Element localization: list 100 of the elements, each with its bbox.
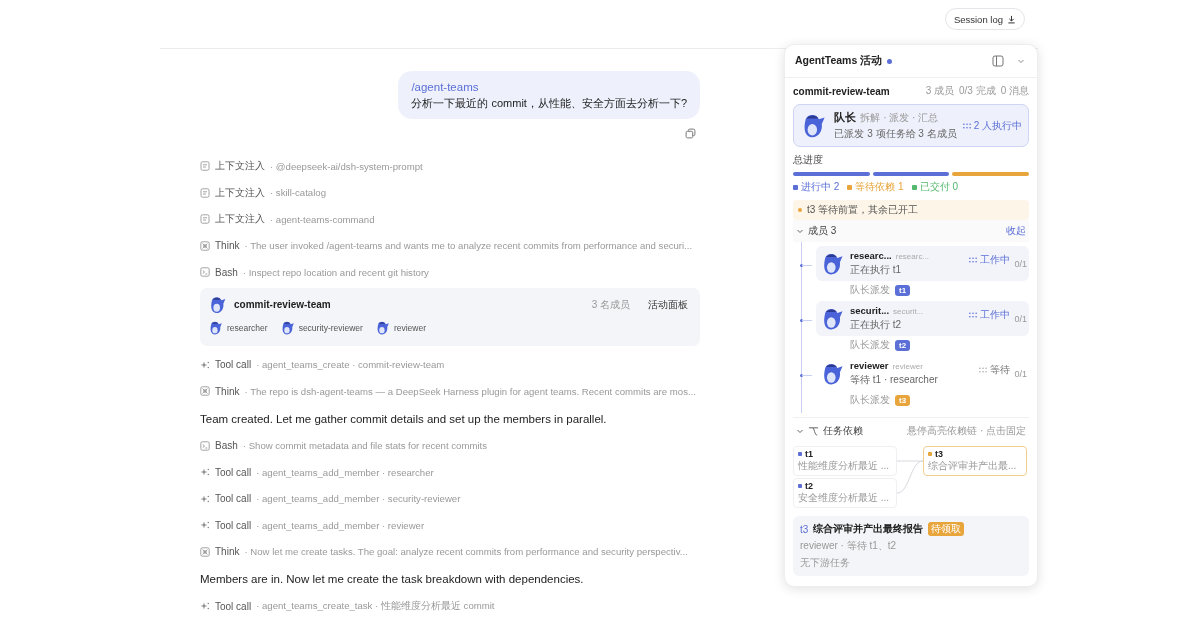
task-progress: 0/1 bbox=[1014, 258, 1027, 269]
member-name: securit... bbox=[850, 305, 890, 316]
step-label[interactable]: Bash bbox=[215, 440, 238, 452]
brain-icon bbox=[200, 546, 210, 557]
step-label[interactable]: 上下文注入 bbox=[215, 185, 265, 200]
member-card[interactable]: researc... researc... 正在执行 t1 工作中 0/1 bbox=[816, 246, 1029, 281]
step-detail: · Show commit metadata and file stats for recent commits bbox=[242, 440, 487, 452]
terminal-icon bbox=[200, 267, 210, 278]
task-badge[interactable]: t1 bbox=[895, 284, 911, 296]
mascot-icon bbox=[208, 294, 228, 315]
task-node[interactable]: t3 综合评审并产出最... bbox=[923, 446, 1027, 476]
legend-label: 已交付 0 bbox=[919, 180, 959, 194]
team-stat: 0/3 完成 bbox=[958, 84, 996, 98]
task-progress: 0/1 bbox=[1014, 313, 1027, 324]
assistant-message: Members are in. Now let me create the task breakdown with dependencies. bbox=[200, 572, 585, 587]
sparkle-icon bbox=[200, 467, 210, 478]
step-detail: · agent_teams_add_member · reviewer bbox=[256, 519, 425, 531]
task-progress: 0/1 bbox=[1014, 368, 1027, 379]
member-name: reviewer bbox=[393, 322, 426, 333]
assigned-by: 队长派发 bbox=[850, 283, 890, 297]
step-label[interactable]: Think bbox=[215, 240, 240, 252]
member-count: 3 名成员 bbox=[591, 297, 630, 312]
member-name: researc... bbox=[850, 250, 892, 261]
step-label[interactable]: Think bbox=[215, 546, 240, 558]
member-task: 正在执行 t2 bbox=[850, 318, 903, 332]
activity-panel-link[interactable]: 活动面板 bbox=[648, 297, 688, 312]
leader-roles: 拆解 · 派发 · 汇总 bbox=[860, 111, 939, 125]
team-stat: 0 消息 bbox=[1000, 84, 1029, 98]
step-detail: · Inspect repo location and recent git history bbox=[242, 266, 429, 278]
notice-text: t3 等待前置，其余已开工 bbox=[807, 203, 919, 217]
step-label[interactable]: 上下文注入 bbox=[215, 159, 265, 174]
document-icon bbox=[200, 214, 210, 225]
team-card[interactable]: commit-review-team 3 名成员 活动面板 researcher security-reviewer reviewer bbox=[200, 287, 700, 346]
step-detail: · The repo is dsh-agent-teams — a DeepSeek Harness plugin for agent teams. Recent commits are mos... bbox=[244, 385, 696, 397]
step-label[interactable]: Think bbox=[215, 385, 240, 397]
team-name: commit-review-team bbox=[793, 85, 890, 97]
step-label[interactable]: Bash bbox=[215, 266, 238, 278]
member-card[interactable]: reviewer reviewer 等待 t1 · researcher 等待 0/1 bbox=[816, 356, 1029, 391]
task-node[interactable]: t2 安全维度分析最近 ... bbox=[793, 478, 897, 508]
sparkle-icon bbox=[200, 520, 210, 531]
activity-icon bbox=[962, 122, 971, 129]
member-name: security-reviewer bbox=[298, 322, 363, 333]
step-detail: · agent_teams_add_member · researcher bbox=[256, 466, 434, 478]
downstream-text: 无下游任务 bbox=[800, 556, 851, 570]
step-detail: · agent_teams_add_member · security-reviewer bbox=[256, 493, 461, 505]
step-detail: · agent-teams-command bbox=[270, 213, 375, 225]
task-title: 综合评审并产出最终报告 bbox=[813, 522, 924, 536]
mascot-icon bbox=[208, 319, 224, 336]
activity-icon bbox=[979, 367, 988, 373]
member-role: researc... bbox=[895, 252, 930, 261]
member-status: 等待 bbox=[990, 363, 1011, 377]
sidebar-icon[interactable] bbox=[992, 55, 1004, 67]
leader-status: 2 人执行中 bbox=[973, 118, 1022, 133]
member-role: reviewer bbox=[892, 362, 923, 371]
status-badge: 待领取 bbox=[928, 522, 965, 536]
panel-title: AgentTeams 活动 bbox=[795, 54, 883, 68]
task-description: 性能维度分析最近 ... bbox=[798, 459, 891, 473]
branch-icon bbox=[808, 425, 819, 437]
session-log-button[interactable]: Session log bbox=[944, 8, 1025, 30]
member-status: 工作中 bbox=[980, 308, 1011, 322]
assigned-by: 队长派发 bbox=[850, 393, 890, 407]
step-detail: · Now let me create tasks. The goal: analyze recent commits from performance and security perspectiv... bbox=[244, 546, 688, 558]
member-status: 工作中 bbox=[980, 253, 1011, 267]
assistant-message: Team created. Let me gather commit details and set up the members in parallel. bbox=[200, 411, 608, 427]
download-icon bbox=[1007, 14, 1016, 24]
brain-icon bbox=[200, 386, 210, 397]
task-node[interactable]: t1 性能维度分析最近 ... bbox=[793, 446, 897, 476]
step-label[interactable]: Tool call bbox=[215, 359, 252, 371]
task-description: 安全维度分析最近 ... bbox=[798, 491, 891, 505]
chevron-icon[interactable] bbox=[796, 427, 804, 435]
task-meta: reviewer · 等待 t1、t2 bbox=[800, 539, 898, 553]
step-label[interactable]: Tool call bbox=[215, 466, 252, 478]
command-link[interactable]: /agent-teams bbox=[411, 79, 687, 95]
member-card[interactable]: securit... securit... 正在执行 t2 工作中 0/1 bbox=[816, 301, 1029, 336]
section-label: 任务依赖 bbox=[823, 424, 863, 438]
step-label[interactable]: Tool call bbox=[215, 600, 252, 612]
task-badge[interactable]: t2 bbox=[895, 339, 911, 351]
step-label[interactable]: Tool call bbox=[215, 493, 252, 505]
collapse-link[interactable]: 收起 bbox=[1006, 224, 1026, 238]
task-id: t3 bbox=[800, 523, 809, 535]
member-name: reviewer bbox=[850, 360, 889, 371]
chevron-icon[interactable] bbox=[796, 227, 804, 235]
member-task: 等待 t1 · researcher bbox=[850, 373, 939, 387]
assigned-by: 队长派发 bbox=[850, 338, 890, 352]
step-detail: · agent_teams_create · commit-review-team bbox=[256, 359, 445, 371]
member-task: 正在执行 t1 bbox=[850, 263, 903, 277]
copy-icon[interactable] bbox=[685, 128, 696, 139]
user-message-text: 分析一下最近的 commit，从性能、安全方面去分析一下? bbox=[411, 96, 687, 111]
task-id: t3 bbox=[935, 449, 943, 459]
step-detail: · The user invoked /agent-teams and wants me to analyze recent commits from performance and securi... bbox=[244, 240, 693, 252]
legend-label: 进行中 2 bbox=[801, 180, 840, 194]
task-description: 综合评审并产出最... bbox=[928, 459, 1018, 473]
team-name: commit-review-team bbox=[234, 299, 332, 310]
step-label[interactable]: Tool call bbox=[215, 519, 252, 531]
leader-card[interactable]: 队长 拆解 · 派发 · 汇总 已派发 3 项任务给 3 名成员 2 人执行中 bbox=[793, 104, 1029, 147]
legend-label: 等待依赖 1 bbox=[855, 180, 904, 194]
hint-text: 悬停高亮依赖链 · 点击固定 bbox=[907, 424, 1026, 438]
leader-name: 队长 bbox=[834, 110, 857, 125]
step-label[interactable]: 上下文注入 bbox=[215, 212, 265, 227]
brain-icon bbox=[200, 240, 210, 251]
